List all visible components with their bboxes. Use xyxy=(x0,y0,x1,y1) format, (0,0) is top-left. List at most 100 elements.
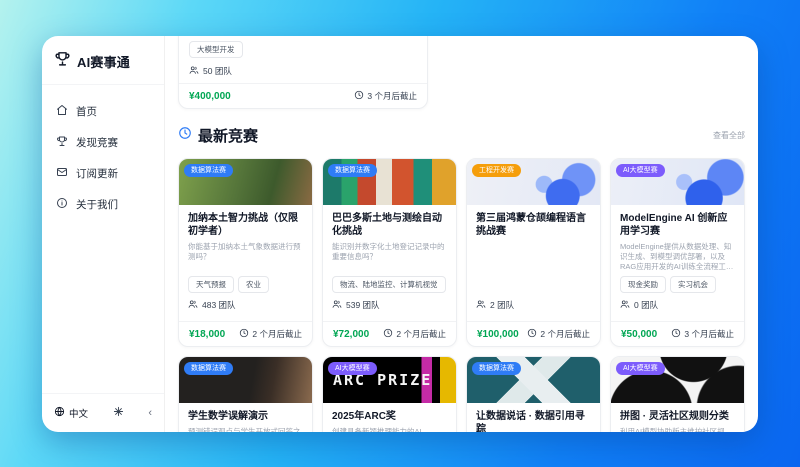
competition-card[interactable]: AI大模型赛 拼图 · 灵活社区规则分类 利用AI模型协助版主维护社区规范。 文… xyxy=(610,356,745,432)
language-label: 中文 xyxy=(69,409,89,420)
home-icon xyxy=(56,104,68,119)
prize-amount: ¥400,000 xyxy=(189,90,231,102)
prize-amount: ¥18,000 xyxy=(189,328,226,340)
tag-pill: 天气预报 xyxy=(188,276,234,294)
section-title: 最新竞赛 xyxy=(198,128,259,145)
app-title: AI赛事通 xyxy=(77,54,131,70)
sidebar-item-discover[interactable]: 发现竞赛 xyxy=(48,128,158,157)
teams-icon xyxy=(188,299,198,311)
theme-icon[interactable] xyxy=(113,404,124,422)
category-badge: 数据算法赛 xyxy=(472,362,521,376)
sidebar-item-home[interactable]: 首页 xyxy=(48,97,158,126)
competition-card[interactable]: AI大模型赛 ModelEngine AI 创新应用学习赛 ModelEngin… xyxy=(610,158,745,348)
trophy-logo-icon xyxy=(54,50,71,72)
card-title: 让数据说话 · 数据引用寻踪 xyxy=(476,411,585,432)
category-badge: 工程开发赛 xyxy=(472,164,521,178)
tag-pill: 农业 xyxy=(238,276,269,294)
mail-icon xyxy=(56,166,68,181)
sidebar-item-label: 订阅更新 xyxy=(76,168,118,180)
category-badge: AI大模型赛 xyxy=(616,164,665,178)
teams-count: 539 团队 xyxy=(346,300,380,311)
competition-card[interactable]: 数据算法赛 巴巴多斯土地与测绘自动化挑战 能识别并数字化土地登记记录中的重要信息… xyxy=(322,158,457,348)
clock-icon xyxy=(354,90,364,102)
card-title: 学生数学误解演示 xyxy=(188,411,268,423)
competition-grid: 数据算法赛 加纳本土智力挑战（仅限初学者） 你能基于加纳本土气象数据进行预测吗？… xyxy=(178,158,745,432)
card-description: 创建具备新颖推理能力的AI xyxy=(332,427,422,432)
card-image: 数据算法赛 xyxy=(323,159,456,205)
card-image: AI大模型赛 xyxy=(611,357,744,404)
tag-pill: 大模型开发 xyxy=(189,41,243,58)
card-image: 工程开发赛 xyxy=(467,159,600,205)
tag-pill: 现金奖励 xyxy=(620,276,666,294)
deadline-text: 2 个月后截止 xyxy=(540,329,590,340)
card-description: 能识别并数字化土地登记记录中的重要信息吗？ xyxy=(332,242,445,261)
competition-card[interactable]: ARC PRIZE AI大模型赛 2025年ARC奖 创建具备新颖推理能力的AI… xyxy=(322,356,457,432)
clock-icon xyxy=(527,328,537,340)
clock-icon xyxy=(671,328,681,340)
competition-card[interactable]: 数据算法赛 让数据说话 · 数据引用寻踪 从论文中识别科学数据使用并分类其提及方… xyxy=(466,356,601,432)
card-image: 数据算法赛 xyxy=(179,159,312,205)
tag-list: 天气预报 农业 xyxy=(188,276,303,294)
card-description: 预测错误观点与学生开放式回答之间的关联 xyxy=(188,427,301,432)
teams-icon xyxy=(332,299,342,311)
sidebar-footer: 中文 ‹ xyxy=(42,393,164,432)
sidebar-item-about[interactable]: 关于我们 xyxy=(48,190,158,219)
tag-list: 物流、陆地监控、计算机视觉 xyxy=(332,276,447,294)
tag-pill: 实习机会 xyxy=(670,276,716,294)
competition-card[interactable]: 数据算法赛 学生数学误解演示 预测错误观点与学生开放式回答之间的关联 教育NLP… xyxy=(178,356,313,432)
teams-icon xyxy=(189,65,199,77)
tag-pill: 物流、陆地监控、计算机视觉 xyxy=(332,276,446,294)
card-image: AI大模型赛 xyxy=(611,159,744,205)
deadline-text: 2 个月后截止 xyxy=(252,329,302,340)
card-description: 你能基于加纳本土气象数据进行预测吗？ xyxy=(188,242,301,261)
card-image: 数据算法赛 xyxy=(179,357,312,404)
card-title: 拼图 · 灵活社区规则分类 xyxy=(620,411,729,423)
sidebar-item-label: 首页 xyxy=(76,106,97,118)
prize-amount: ¥100,000 xyxy=(477,328,519,340)
competition-card[interactable]: 数据算法赛 加纳本土智力挑战（仅限初学者） 你能基于加纳本土气象数据进行预测吗？… xyxy=(178,158,313,348)
teams-count: 0 团队 xyxy=(634,300,659,311)
app-logo[interactable]: AI赛事通 xyxy=(42,36,164,85)
deadline-text: 3 个月后截止 xyxy=(684,329,734,340)
prize-amount: ¥50,000 xyxy=(621,328,658,340)
card-description: 利用AI模型协助版主维护社区规范。 xyxy=(620,427,725,432)
card-image: 数据算法赛 xyxy=(467,357,600,404)
sidebar-item-label: 关于我们 xyxy=(76,199,118,211)
language-switcher[interactable]: 中文 xyxy=(54,406,88,420)
clock-icon xyxy=(239,328,249,340)
info-icon xyxy=(56,197,68,212)
category-badge: AI大模型赛 xyxy=(616,362,665,376)
card-title: 巴巴多斯土地与测绘自动化挑战 xyxy=(332,213,442,237)
deadline-text: 3 个月后截止 xyxy=(367,91,417,101)
partial-competition-card[interactable]: 大模型开发 50 团队 ¥400,000 3 个月后截止 xyxy=(178,36,428,109)
card-title: 2025年ARC奖 xyxy=(332,411,396,423)
category-badge: AI大模型赛 xyxy=(328,362,377,376)
sidebar-item-label: 发现竞赛 xyxy=(76,137,118,149)
section-header: 最新竞赛 查看全部 xyxy=(178,125,745,146)
view-all-link[interactable]: 查看全部 xyxy=(713,130,745,141)
deadline-text: 2 个月后截止 xyxy=(396,329,446,340)
teams-count: 50 团队 xyxy=(203,66,232,76)
collapse-sidebar-button[interactable]: ‹ xyxy=(148,407,152,419)
competition-card[interactable]: 工程开发赛 第三届鸿蒙仓颉编程语言挑战赛 2 团队 ¥100,000 2 个月后… xyxy=(466,158,601,348)
card-image: ARC PRIZE AI大模型赛 xyxy=(323,357,456,404)
card-title: ModelEngine AI 创新应用学习赛 xyxy=(620,213,728,237)
teams-icon xyxy=(476,299,486,311)
teams-icon xyxy=(620,299,630,311)
teams-count: 2 团队 xyxy=(490,300,515,311)
sidebar-item-subscribe[interactable]: 订阅更新 xyxy=(48,159,158,188)
tag-list: 现金奖励 实习机会 xyxy=(620,276,735,294)
category-badge: 数据算法赛 xyxy=(328,164,377,178)
clock-badge-icon xyxy=(178,126,192,145)
trophy-icon xyxy=(56,135,68,150)
sidebar-nav: 首页 发现竞赛 订阅更新 关于我们 xyxy=(42,85,164,393)
main-content[interactable]: 大模型开发 50 团队 ¥400,000 3 个月后截止 最新竞赛 查看全部 数… xyxy=(165,36,758,432)
card-title: 加纳本土智力挑战（仅限初学者） xyxy=(188,213,298,237)
prize-amount: ¥72,000 xyxy=(333,328,370,340)
card-title: 第三届鸿蒙仓颉编程语言挑战赛 xyxy=(476,213,586,237)
sidebar: AI赛事通 首页 发现竞赛 订阅更新 关于我们 中文 ‹ xyxy=(42,36,165,432)
teams-count: 483 团队 xyxy=(202,300,236,311)
category-badge: 数据算法赛 xyxy=(184,362,233,376)
app-window: AI赛事通 首页 发现竞赛 订阅更新 关于我们 中文 ‹ 大模型开发 50 团队… xyxy=(42,36,758,432)
clock-icon xyxy=(383,328,393,340)
